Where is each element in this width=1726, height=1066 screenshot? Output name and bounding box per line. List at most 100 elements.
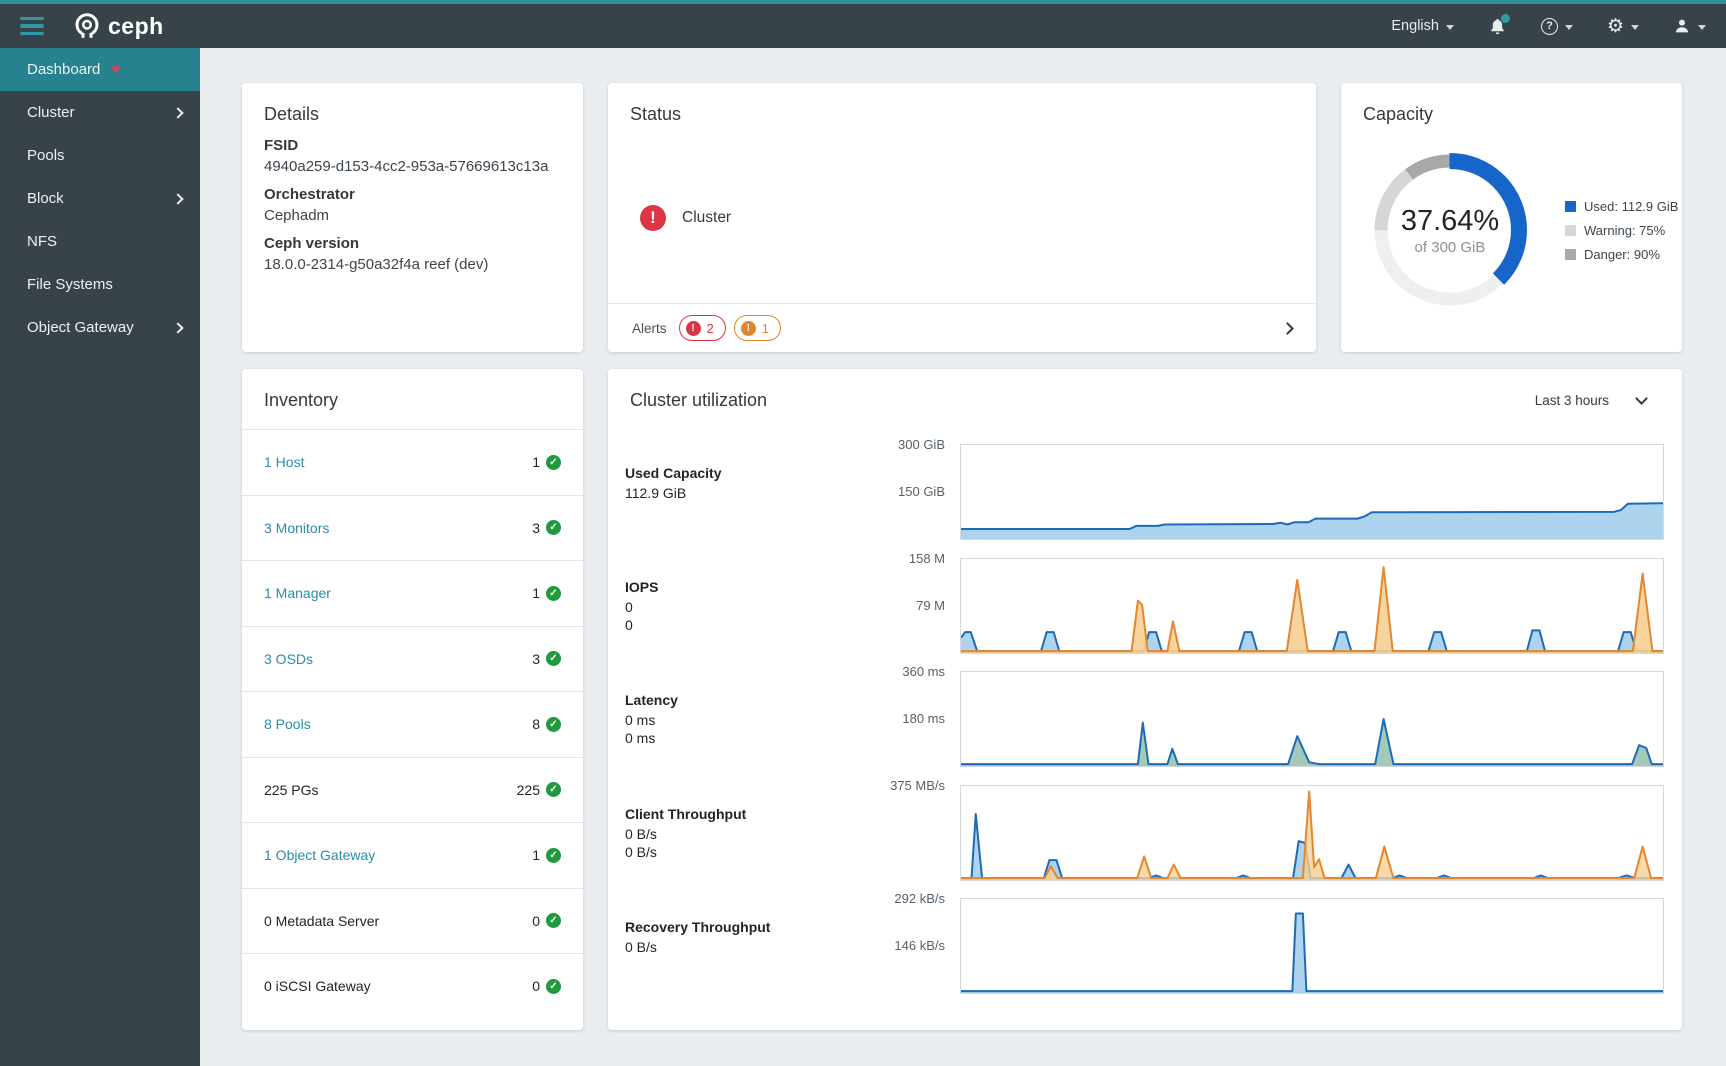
inventory-item-count: 3 [532,520,540,536]
inventory-item-label[interactable]: 1 Manager [264,585,331,601]
alert-badge-warning[interactable]: !1 [734,315,781,341]
capacity-title: Capacity [1341,83,1682,133]
inventory-row: 225 PGs225✓ [242,757,583,823]
menu-toggle-icon[interactable] [18,13,46,40]
chart-metric-title: Recovery Throughput [625,919,865,935]
sidebar: Dashboard♥Cluster Pools Block NFS File Syste… [0,48,200,1066]
axis-label-top: 375 MB/s [890,778,945,793]
capacity-total: of 300 GiB [1415,239,1486,256]
alert-exclamation-icon: ! [741,321,756,336]
status-card: Status ! Cluster Alerts !2!1 [608,83,1316,352]
inventory-card: Inventory 1 Host1✓3 Monitors3✓1 Manager1… [242,369,583,1030]
legend-swatch [1565,249,1576,260]
axis-label-top: 360 ms [902,664,945,679]
check-circle-icon: ✓ [546,651,561,666]
utilization-chart-row: IOPS00158 M79 M [625,558,1664,654]
inventory-row: 8 Pools 8✓ [242,691,583,757]
inventory-item-status: 0✓ [532,913,561,929]
caret-down-icon [1631,25,1639,30]
time-range-label: Last 3 hours [1535,393,1609,408]
sparkline-chart [960,785,1664,881]
inventory-row: 1 Object Gateway 1✓ [242,822,583,888]
sidebar-item-pools[interactable]: Pools [0,134,200,177]
sidebar-item-label: Dashboard [27,61,100,78]
cluster-status-label[interactable]: Cluster [682,209,731,227]
sidebar-item-label: File Systems [27,276,113,293]
legend-item: Warning: 75% [1565,223,1678,238]
utilization-chart-row: Client Throughput0 B/s0 B/s375 MB/s [625,785,1664,881]
check-circle-icon: ✓ [546,586,561,601]
alerts-label: Alerts [632,321,667,336]
detail-field-value: 18.0.0-2314-g50a32f4a reef (dev) [264,256,561,273]
notifications-button[interactable] [1488,17,1507,36]
inventory-item-count: 0 [532,913,540,929]
inventory-item-count: 3 [532,651,540,667]
check-circle-icon: ✓ [546,979,561,994]
inventory-item-label[interactable]: 8 Pools [264,716,311,732]
check-circle-icon: ✓ [546,913,561,928]
language-dropdown[interactable]: English [1391,18,1454,34]
chart-labels: Recovery Throughput 0 B/s [625,898,865,994]
sidebar-item-nfs[interactable]: NFS [0,220,200,263]
check-circle-icon: ✓ [546,520,561,535]
utilization-chart-row: Latency0 ms0 ms360 ms180 ms [625,671,1664,767]
inventory-item-status: 8✓ [532,716,561,732]
sidebar-item-label: Block [27,190,64,207]
axis-label-top: 292 kB/s [894,891,945,906]
axis-label-top: 300 GiB [898,437,945,452]
chart-labels: Latency0 ms0 ms [625,671,865,767]
inventory-item-label[interactable]: 3 Monitors [264,520,329,536]
inventory-row: 0 Metadata Server0✓ [242,888,583,954]
inventory-item-status: 1✓ [532,585,561,601]
chart-metric-value: 0 B/s [625,938,865,956]
chart-metric-value: 0 [625,616,865,634]
sidebar-item-file-systems[interactable]: File Systems [0,263,200,306]
sparkline-chart [960,898,1664,994]
chart-metric-title: Client Throughput [625,806,865,822]
inventory-item-status: 1✓ [532,847,561,863]
chart-labels: IOPS00 [625,558,865,654]
sidebar-item-dashboard[interactable]: Dashboard♥ [0,48,200,91]
inventory-title: Inventory [242,369,583,429]
sidebar-item-cluster[interactable]: Cluster [0,91,200,134]
detail-field-value: 4940a259-d153-4cc2-953a-57669613c13a [264,158,561,175]
inventory-item-count: 0 [532,978,540,994]
chevron-right-icon [172,193,183,204]
utilization-chart-row: Recovery Throughput 0 B/s292 kB/s146 kB/s [625,898,1664,994]
inventory-item-count: 1 [532,454,540,470]
sidebar-item-block[interactable]: Block [0,177,200,220]
inventory-item-label[interactable]: 1 Host [264,454,304,470]
inventory-item-status: 1✓ [532,454,561,470]
legend-item: Danger: 90% [1565,247,1678,262]
detail-field: Ceph version18.0.0-2314-g50a32f4a reef (… [264,235,561,273]
check-circle-icon: ✓ [546,455,561,470]
chart-axis-labels: 292 kB/s146 kB/s [865,898,960,994]
chart-metric-value: 0 ms [625,711,865,729]
inventory-item-label[interactable]: 3 OSDs [264,651,313,667]
chart-metric-value: 112.9 GiB [625,484,865,502]
axis-label-top: 158 M [909,551,945,566]
user-dropdown[interactable] [1673,17,1706,35]
settings-dropdown[interactable]: ⚙ [1607,17,1639,36]
axis-label-mid: 79 M [916,598,945,613]
user-icon [1673,17,1691,35]
inventory-item-label[interactable]: 1 Object Gateway [264,847,375,863]
ceph-logo[interactable]: ceph [72,11,164,41]
check-circle-icon: ✓ [546,848,561,863]
top-navbar: ceph English ? ⚙ [0,0,1726,48]
sparkline-chart [960,671,1664,767]
gear-icon: ⚙ [1607,17,1624,36]
capacity-card: Capacity 37.64% of 300 GiB Used: 112.9 G… [1341,83,1682,352]
inventory-item-label: 0 Metadata Server [264,913,379,929]
inventory-item-label: 225 PGs [264,782,318,798]
chevron-right-icon[interactable] [1281,322,1294,335]
sidebar-item-object-gateway[interactable]: Object Gateway [0,306,200,349]
language-label: English [1391,18,1439,34]
chart-axis-labels: 375 MB/s [865,785,960,881]
time-range-dropdown[interactable]: Last 3 hours [1535,393,1646,408]
sidebar-item-label: Pools [27,147,65,164]
legend-item: Used: 112.9 GiB [1565,199,1678,214]
alert-badge-danger[interactable]: !2 [679,315,726,341]
help-dropdown[interactable]: ? [1541,18,1573,35]
chart-axis-labels: 300 GiB150 GiB [865,444,960,540]
